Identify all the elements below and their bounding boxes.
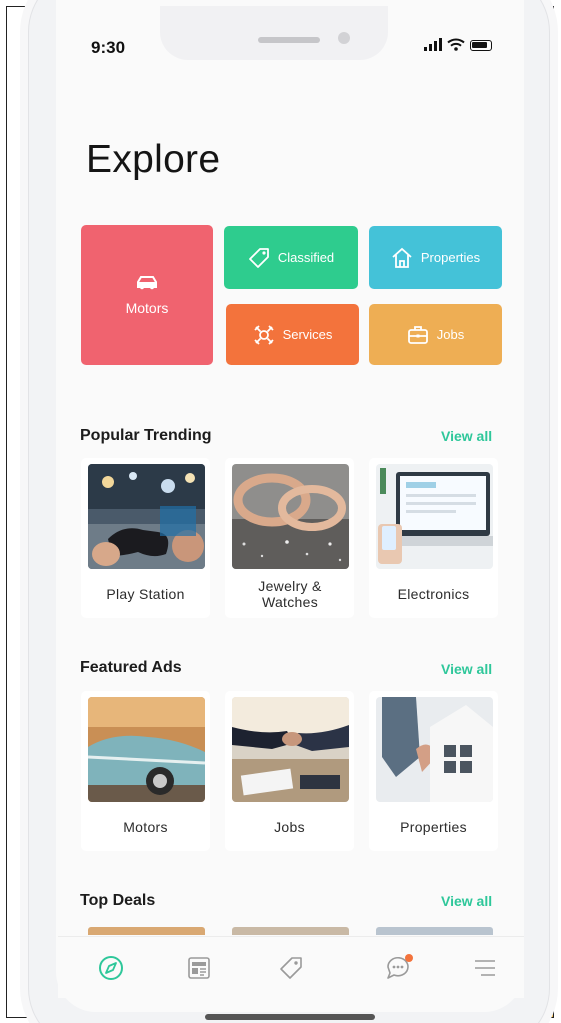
tag-icon [248,247,270,269]
section-title-featured: Featured Ads [80,659,182,676]
status-time: 9:30 [91,38,126,57]
category-label: Jobs [436,327,465,342]
jewelry-image [232,464,349,569]
home-indicator [205,1014,375,1020]
popular-item-jewelry[interactable]: Jewelry & Watches [225,458,354,618]
electronics-image [376,464,493,569]
tab-news[interactable] [182,951,216,985]
notch [160,6,388,60]
category-tile-motors[interactable]: Motors [81,225,213,365]
page-title: Explore [86,138,221,181]
jobs-image [232,697,349,802]
card-label: Play Station [106,586,185,602]
featured-item-jobs[interactable]: Jobs [225,691,354,851]
popular-item-play-station[interactable]: Play Station [81,458,210,618]
category-tile-services[interactable]: Services [226,304,359,365]
status-icons [424,38,492,51]
view-all-popular-link[interactable]: View all [441,428,492,444]
featured-item-motors[interactable]: Motors [81,691,210,851]
play-station-image [88,464,205,569]
card-label: Jewelry & Watches [258,578,322,610]
section-title-deals: Top Deals [80,892,156,909]
newspaper-icon [188,957,210,979]
deal-item-peek[interactable] [88,927,205,935]
tab-messages[interactable] [382,951,416,985]
category-tile-properties[interactable]: Properties [369,226,502,289]
bottom-tab-bar [58,936,524,998]
compass-icon [99,956,123,980]
popular-item-electronics[interactable]: Electronics [369,458,498,618]
briefcase-icon [407,325,429,345]
motors-image [88,697,205,802]
tab-deals[interactable] [274,951,308,985]
category-label: Properties [420,250,481,265]
menu-icon [475,960,495,976]
view-all-featured-link[interactable]: View all [441,661,492,677]
properties-image [376,697,493,802]
category-tile-classified[interactable]: Classified [224,226,358,289]
category-label: Classified [277,250,335,265]
category-tile-jobs[interactable]: Jobs [369,304,502,365]
chat-icon [387,954,413,979]
house-icon [391,247,413,269]
card-label: Motors [123,819,168,835]
battery-icon [470,40,492,51]
deal-item-peek[interactable] [376,927,493,935]
wifi-icon [447,38,465,51]
featured-item-properties[interactable]: Properties [369,691,498,851]
tab-explore[interactable] [94,951,128,985]
card-label: Properties [400,819,467,835]
category-label: Services [282,327,333,342]
car-icon [135,274,159,290]
speaker [258,37,320,43]
services-icon [253,324,275,346]
camera [338,32,350,44]
tag-icon [280,957,302,979]
category-label: Motors [125,300,169,316]
card-label: Electronics [397,586,470,602]
view-all-deals-link[interactable]: View all [441,893,492,909]
card-label: Jobs [274,819,305,835]
section-title-popular: Popular Trending [80,427,212,444]
tab-menu[interactable] [468,951,502,985]
deal-item-peek[interactable] [232,927,349,935]
signal-icon [424,38,442,51]
